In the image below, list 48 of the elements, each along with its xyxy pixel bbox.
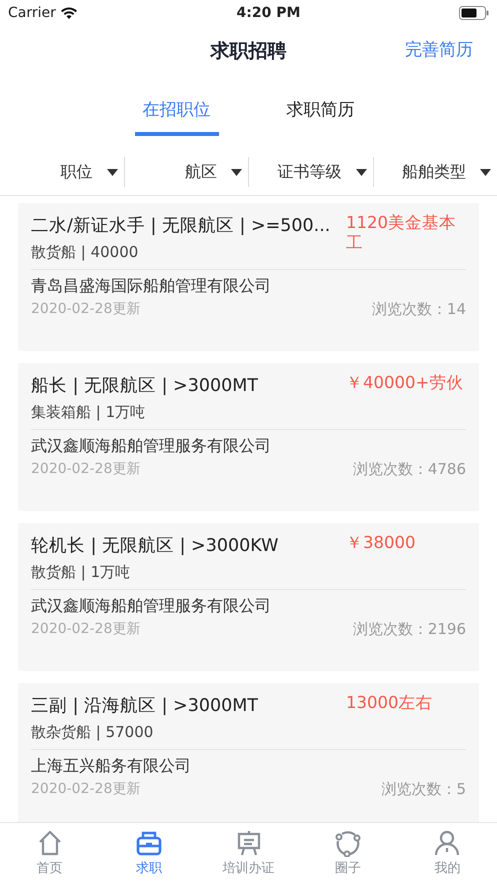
ship-info: 散杂货船 | 57000	[31, 722, 154, 743]
update-date: 2020-02-28更新	[31, 460, 140, 479]
caret-icon	[231, 168, 242, 176]
filter-dropdown[interactable]: 航区	[124, 157, 249, 187]
salary: ￥40000+劳伙	[346, 372, 464, 394]
ship-info: 集装箱船 | 1万吨	[31, 402, 146, 423]
view-count: 浏览次数：2196	[352, 619, 466, 640]
circle-nodes-icon	[334, 829, 362, 857]
view-count: 浏览次数：4786	[352, 459, 466, 480]
job-card[interactable]: 二水/新证水手 | 无限航区 | >=500... 散货船 | 40000 1120美金基本工 青岛昌盛海国际船舶管理有限公司 2020-02-28更新 浏览次数：14	[18, 202, 479, 350]
wifi-icon	[60, 6, 78, 20]
page-title: 求职招聘	[210, 38, 286, 64]
job-title: 三副 | 沿海航区 | >3000MT	[31, 694, 258, 718]
view-count: 浏览次数：14	[372, 299, 466, 320]
caret-icon	[480, 168, 491, 176]
company-name: 青岛昌盛海国际船舶管理有限公司	[31, 275, 272, 298]
salary: 1120美金基本工	[346, 212, 457, 254]
filter-dropdown[interactable]: 证书等级	[249, 157, 374, 187]
job-title: 二水/新证水手 | 无限航区 | >=500...	[31, 214, 330, 238]
job-title: 轮机长 | 无限航区 | >3000KW	[31, 534, 278, 558]
company-name: 武汉鑫顺海船舶管理服务有限公司	[31, 435, 272, 458]
tab-bar-item[interactable]: 求职	[99, 823, 199, 883]
time-label: 4:20 PM	[236, 4, 300, 22]
complete-resume-link[interactable]: 完善简历	[405, 38, 473, 64]
view-count: 浏览次数：5	[381, 779, 466, 800]
briefcase-icon	[135, 829, 164, 857]
job-card[interactable]: 船长 | 无限航区 | >3000MT 集装箱船 | 1万吨 ￥40000+劳伙 武汉鑫顺海船舶管理服务有限公司 2020-02-28更新 浏览次数：4786	[18, 362, 479, 510]
ship-info: 散货船 | 40000	[31, 242, 140, 263]
battery-icon	[459, 6, 489, 20]
ship-info: 散货船 | 1万吨	[31, 562, 132, 583]
carrier-label: Carrier	[8, 4, 56, 22]
tab[interactable]: 在招职位	[134, 92, 218, 136]
company-name: 武汉鑫顺海船舶管理服务有限公司	[31, 595, 272, 618]
filter-dropdown[interactable]: 船舶类型	[374, 157, 497, 187]
salary: 13000左右	[346, 692, 434, 714]
caret-icon	[106, 168, 118, 176]
salary: ￥38000	[346, 532, 416, 554]
job-card[interactable]: 轮机长 | 无限航区 | >3000KW 散货船 | 1万吨 ￥38000 武汉鑫顺海船舶管理服务有限公司 2020-02-28更新 浏览次数：2196	[18, 522, 479, 670]
update-date: 2020-02-28更新	[31, 620, 140, 639]
job-card[interactable]: 三副 | 沿海航区 | >3000MT 散杂货船 | 57000 13000左右 上海五兴船务有限公司 2020-02-28更新 浏览次数：5	[18, 682, 479, 822]
person-icon	[433, 829, 462, 857]
company-name: 上海五兴船务有限公司	[31, 755, 192, 778]
caret-icon	[356, 168, 366, 176]
update-date: 2020-02-28更新	[31, 300, 140, 319]
tab[interactable]: 求职简历	[278, 92, 362, 136]
filter-dropdown[interactable]: 职位	[0, 157, 124, 187]
job-title: 船长 | 无限航区 | >3000MT	[31, 374, 258, 398]
update-date: 2020-02-28更新	[31, 780, 140, 799]
